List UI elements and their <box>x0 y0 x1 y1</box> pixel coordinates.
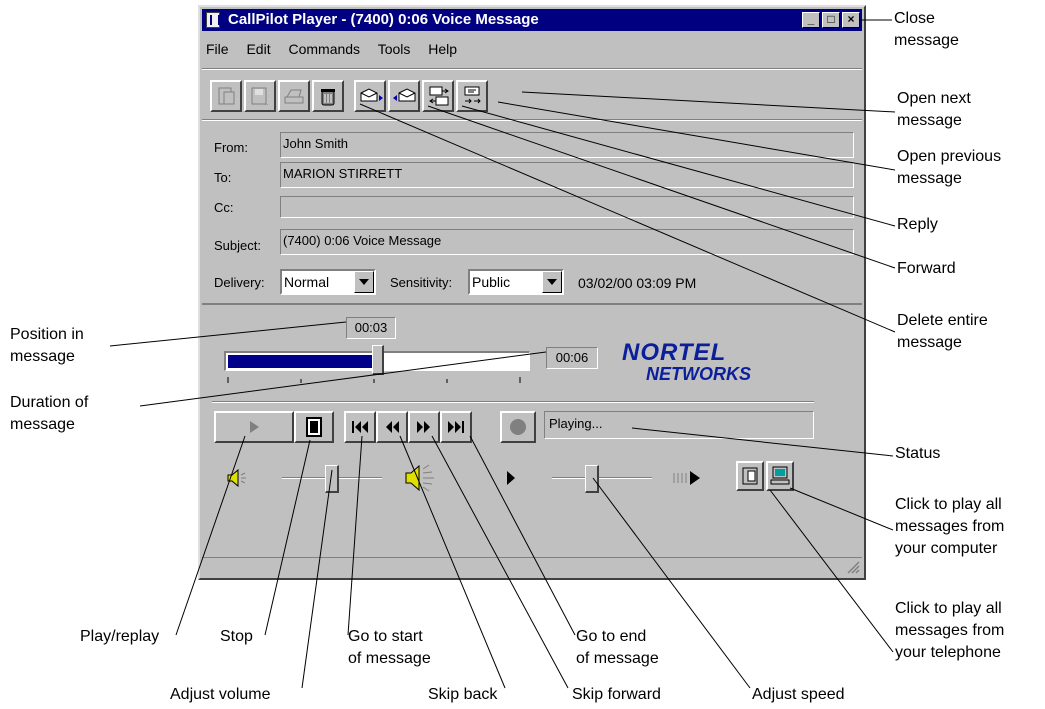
callout-go-end: Go to end of message <box>576 628 659 667</box>
line-stop <box>264 439 311 636</box>
callout-delete: Delete entire message <box>897 312 988 351</box>
callout-stop: Stop <box>220 628 253 645</box>
line-telephone <box>769 489 894 653</box>
callout-position: Position in message <box>10 326 84 365</box>
callout-close-message: Close message <box>894 10 959 49</box>
callout-skip-forward: Skip forward <box>572 686 661 703</box>
callout-adjust-volume: Adjust volume <box>170 686 271 703</box>
callout-adjust-speed: Adjust speed <box>752 686 845 703</box>
line-open-previous <box>497 101 896 171</box>
callout-open-previous: Open previous message <box>897 148 1002 187</box>
callout-skip-back: Skip back <box>428 686 498 703</box>
callout-duration: Duration of message <box>10 394 89 433</box>
callout-reply: Reply <box>897 216 938 233</box>
line-computer <box>789 487 894 531</box>
line-volume <box>301 469 333 689</box>
line-play <box>175 435 246 636</box>
callout-go-start: Go to start of message <box>348 628 431 667</box>
line-duration <box>139 351 547 407</box>
callout-play-telephone: Click to play all messages from your tel… <box>895 600 1005 661</box>
callout-play-computer: Click to play all messages from your com… <box>895 496 1005 557</box>
callout-status: Status <box>895 445 941 462</box>
line-open-next <box>521 91 896 113</box>
line-position <box>109 321 347 347</box>
line-go-start <box>347 435 363 636</box>
callout-play-replay: Play/replay <box>80 628 160 645</box>
callout-lines <box>109 19 896 689</box>
line-status <box>631 427 894 457</box>
callout-forward: Forward <box>897 260 956 277</box>
line-reply <box>461 105 896 227</box>
callout-open-next: Open next message <box>897 90 971 129</box>
line-delete <box>359 103 896 333</box>
